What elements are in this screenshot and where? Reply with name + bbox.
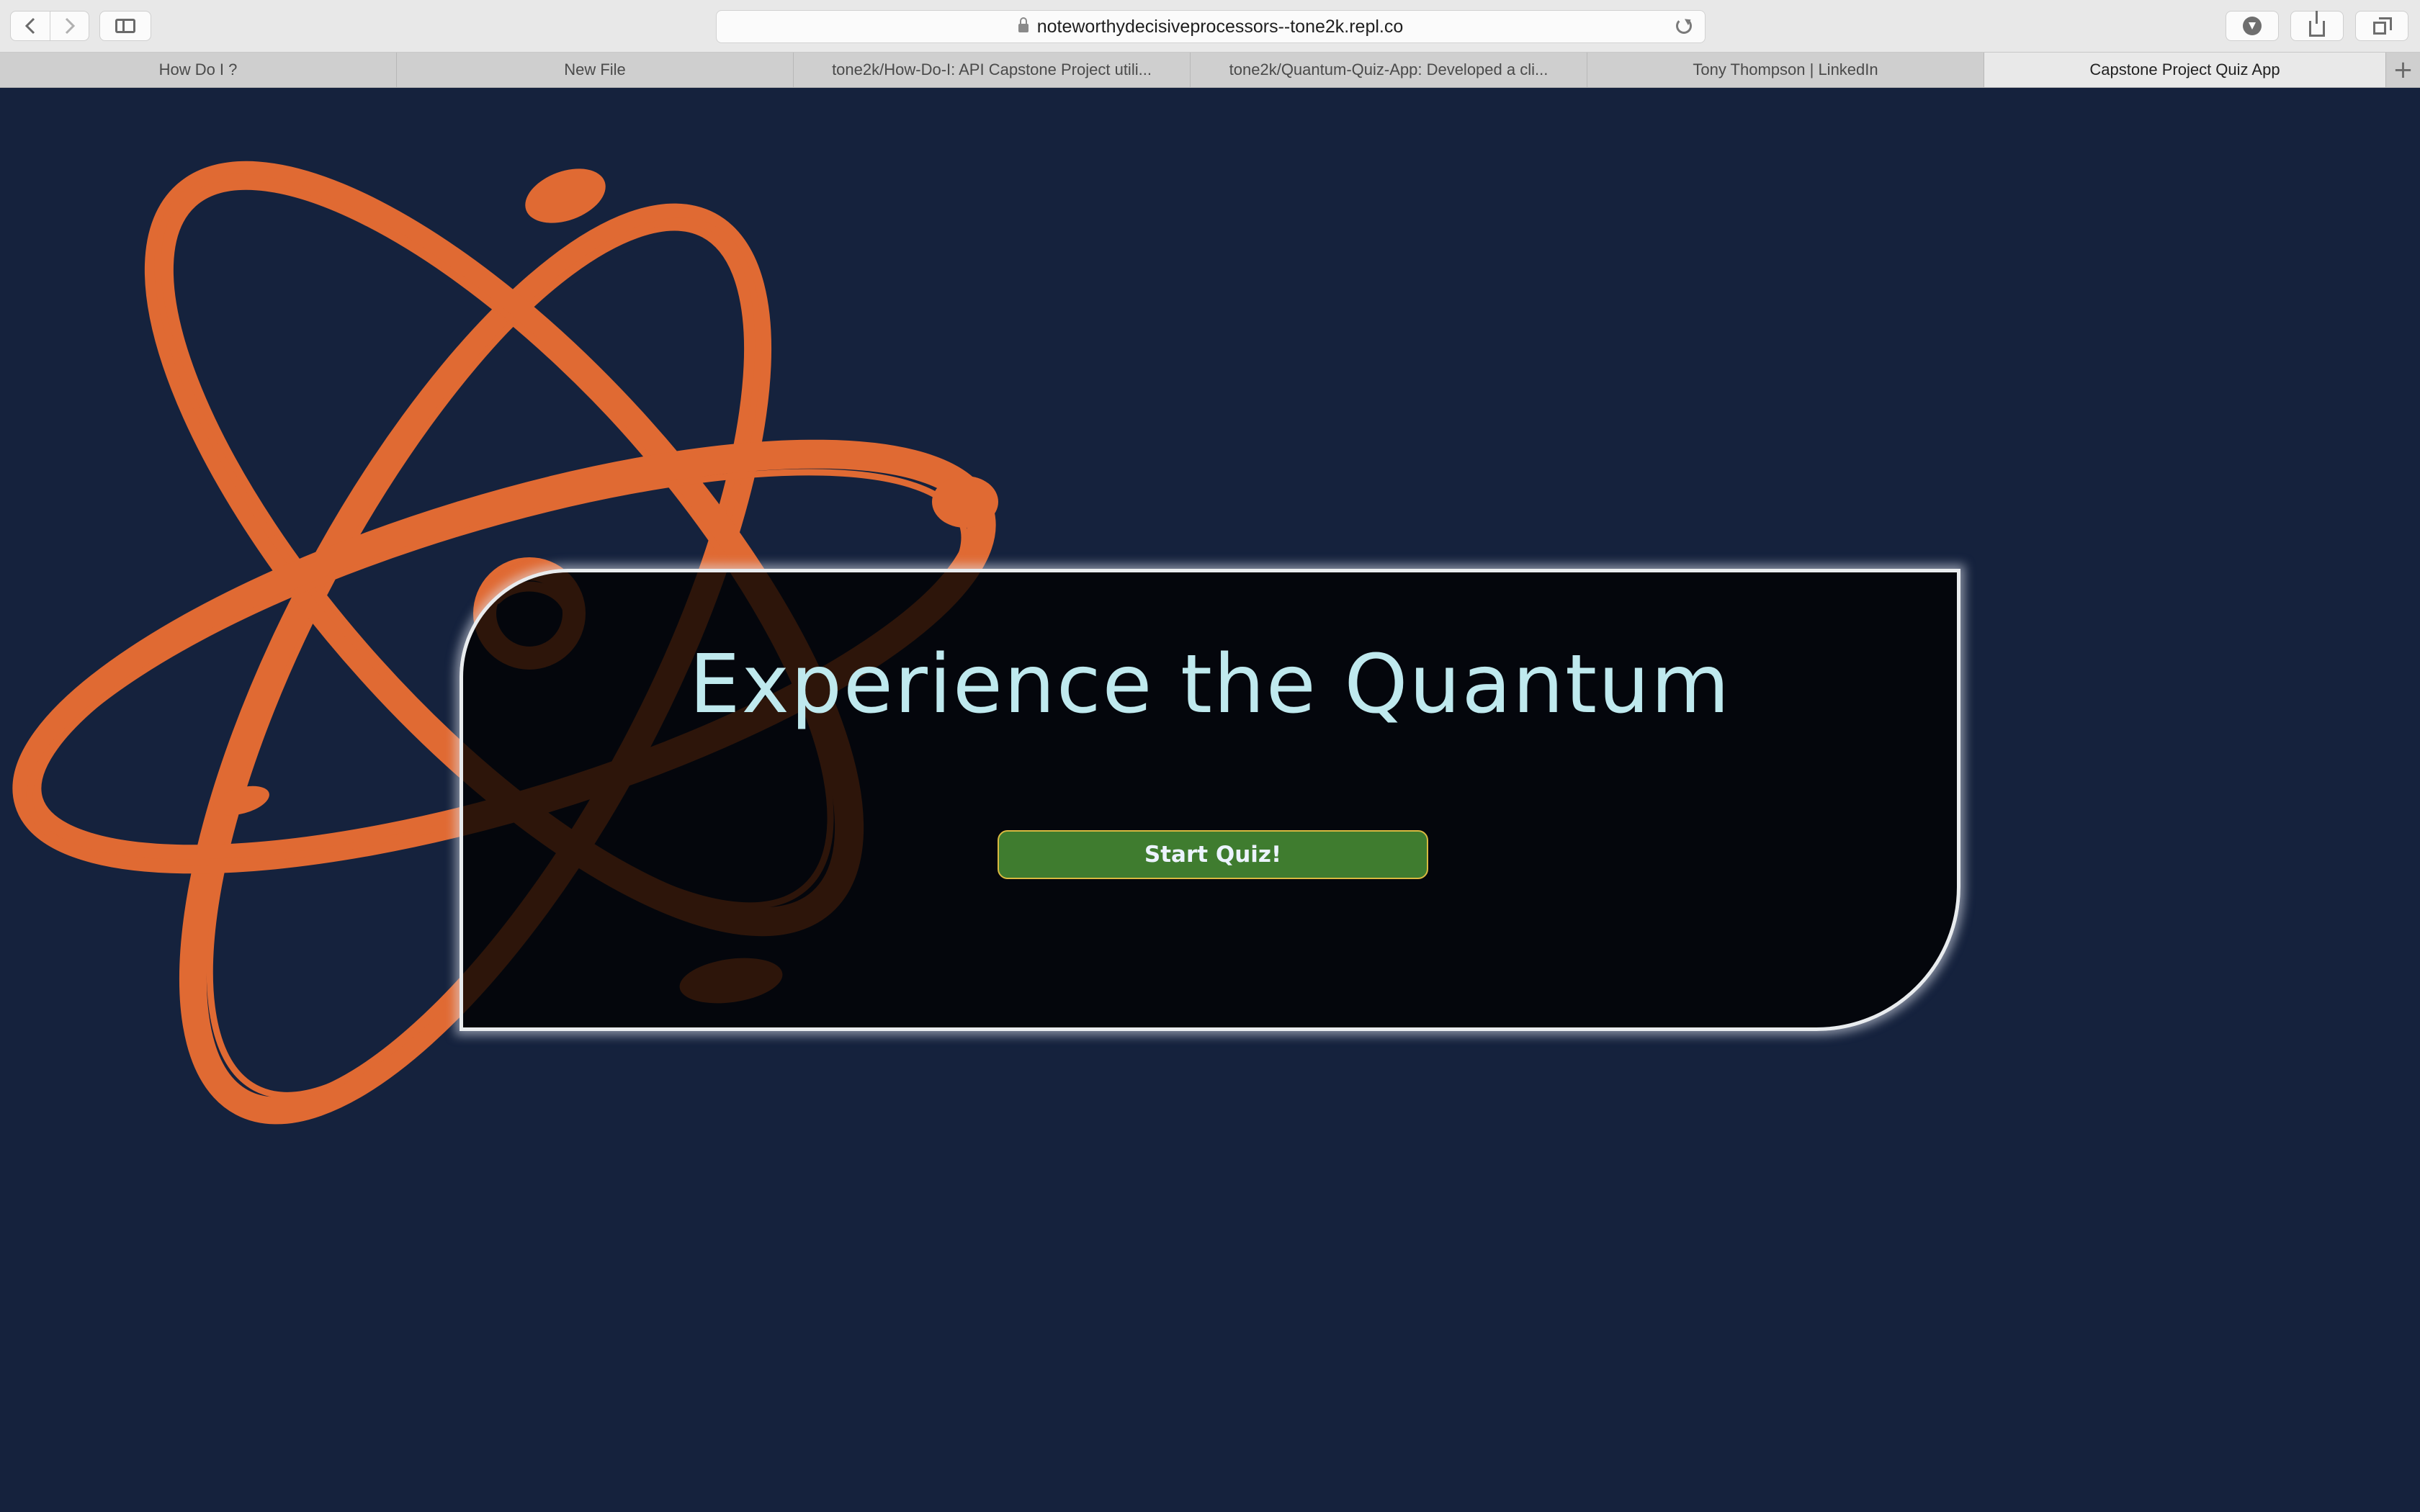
- sidebar-button[interactable]: [99, 11, 151, 41]
- back-button[interactable]: [11, 12, 50, 40]
- tab-quantum-quiz-app-github[interactable]: tone2k/Quantum-Quiz-App: Developed a cli…: [1191, 53, 1587, 87]
- forward-icon: [65, 17, 76, 35]
- tabs-overview-icon: [2373, 17, 2392, 35]
- tab-linkedin[interactable]: Tony Thompson | LinkedIn: [1587, 53, 1984, 87]
- sidebar-icon: [115, 19, 135, 33]
- tab-overview-button[interactable]: [2355, 11, 2408, 41]
- page-content: Experience the Quantum Start Quiz!: [0, 88, 2420, 1512]
- back-icon: [24, 17, 35, 35]
- tab-label: Capstone Project Quiz App: [2089, 60, 2280, 78]
- forward-button[interactable]: [50, 12, 89, 40]
- page-title: Experience the Quantum: [689, 638, 1731, 732]
- downloads-button[interactable]: [2226, 11, 2279, 41]
- tab-new-file[interactable]: New File: [397, 53, 794, 87]
- tab-bar: How Do I ? New File tone2k/How-Do-I: API…: [0, 53, 2420, 88]
- download-icon: [2243, 17, 2262, 35]
- tab-label: How Do I ?: [158, 60, 238, 78]
- tab-label: tone2k/How-Do-I: API Capstone Project ut…: [832, 60, 1152, 78]
- tab-how-do-i[interactable]: How Do I ?: [0, 53, 397, 87]
- reload-icon[interactable]: [1676, 18, 1692, 34]
- tab-label: New File: [564, 60, 626, 78]
- address-bar[interactable]: noteworthydecisiveprocessors--tone2k.rep…: [716, 10, 1706, 43]
- navigation-buttons: [10, 11, 89, 41]
- share-button[interactable]: [2290, 11, 2344, 41]
- start-quiz-button[interactable]: Start Quiz!: [998, 830, 1428, 879]
- intro-card: Experience the Quantum Start Quiz!: [460, 569, 1960, 1031]
- url-text: noteworthydecisiveprocessors--tone2k.rep…: [1036, 16, 1404, 37]
- new-tab-button[interactable]: +: [2386, 53, 2420, 87]
- tab-label: Tony Thompson | LinkedIn: [1693, 60, 1878, 78]
- share-icon: [2309, 11, 2325, 37]
- lock-icon: [1018, 17, 1028, 32]
- tab-capstone-quiz-app[interactable]: Capstone Project Quiz App: [1984, 53, 2386, 87]
- tab-label: tone2k/Quantum-Quiz-App: Developed a cli…: [1229, 60, 1549, 78]
- tab-how-do-i-github[interactable]: tone2k/How-Do-I: API Capstone Project ut…: [794, 53, 1191, 87]
- plus-icon: +: [2393, 55, 2414, 84]
- browser-toolbar: noteworthydecisiveprocessors--tone2k.rep…: [0, 0, 2420, 53]
